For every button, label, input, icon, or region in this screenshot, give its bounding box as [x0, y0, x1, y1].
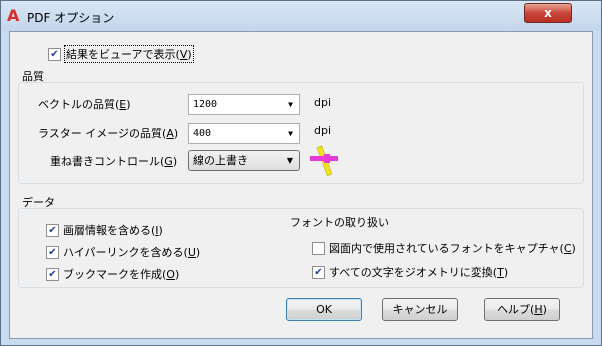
line-overwrite-icon [310, 145, 338, 177]
checkbox-box[interactable]: ✔ [46, 223, 59, 237]
convert-text-checkbox[interactable]: ✔ すべての文字をジオメトリに変換(T) [312, 264, 508, 280]
raster-quality-combobox[interactable]: 400 ▼ [188, 123, 300, 144]
convert-text-label: すべての文字をジオメトリに変換(T) [329, 266, 509, 279]
title-bar[interactable]: A PDF オプション x [1, 1, 601, 31]
checkbox-box[interactable]: ✔ [312, 241, 325, 255]
checkbox-box[interactable]: ✔ [312, 265, 325, 279]
close-button[interactable]: x [524, 3, 572, 23]
vector-quality-combobox[interactable]: 1200 ▼ [188, 94, 300, 115]
vector-quality-value: 1200 [193, 99, 218, 110]
overlay-control-select[interactable]: 線の上書き ▼ [188, 150, 300, 171]
raster-quality-value: 400 [193, 128, 212, 139]
dropdown-arrow-icon[interactable]: ▼ [287, 151, 293, 170]
vector-quality-label: ベクトルの品質(E) [38, 98, 131, 111]
dialog-body: ✔ 結果をビューアで表示(V) 品質 ベクトルの品質(E) 1200 ▼ dpi… [9, 31, 593, 339]
view-result-checkbox[interactable]: ✔ 結果をビューアで表示(V) [48, 45, 194, 63]
include-layers-checkbox[interactable]: ✔ 画層情報を含める(I) [46, 222, 163, 238]
include-layers-label: 画層情報を含める(I) [63, 224, 163, 237]
pdf-options-dialog: A PDF オプション x ✔ 結果をビューアで表示(V) 品質 ベクトルの品質… [0, 0, 602, 346]
create-bookmarks-label: ブックマークを作成(O) [63, 268, 180, 281]
create-bookmarks-checkbox[interactable]: ✔ ブックマークを作成(O) [46, 266, 179, 282]
vector-unit: dpi [314, 96, 332, 109]
autocad-a-icon: A [7, 6, 20, 25]
help-button[interactable]: ヘルプ(H) [484, 298, 560, 321]
overlay-control-label: 重ね書きコントロール(G) [50, 155, 178, 168]
ok-button[interactable]: OK [286, 298, 362, 321]
dialog-title: PDF オプション [27, 11, 115, 25]
view-result-label: 結果をビューアで表示(V) [64, 45, 194, 63]
cancel-button[interactable]: キャンセル [382, 298, 458, 321]
dropdown-arrow-icon[interactable]: ▼ [288, 124, 293, 143]
overlay-control-value: 線の上書き [193, 154, 248, 167]
capture-fonts-checkbox[interactable]: ✔ 図面内で使用されているフォントをキャプチャ(C) [312, 240, 576, 256]
font-handling-heading: フォントの取り扱い [290, 216, 389, 229]
dropdown-arrow-icon[interactable]: ▼ [288, 95, 293, 114]
checkbox-box[interactable]: ✔ [46, 245, 59, 259]
include-hyperlinks-checkbox[interactable]: ✔ ハイパーリンクを含める(U) [46, 244, 200, 260]
raster-unit: dpi [314, 124, 332, 137]
include-hyperlinks-label: ハイパーリンクを含める(U) [63, 246, 201, 259]
capture-fonts-label: 図面内で使用されているフォントをキャプチャ(C) [329, 242, 576, 255]
checkbox-box[interactable]: ✔ [46, 267, 59, 281]
checkbox-box[interactable]: ✔ [48, 47, 61, 61]
raster-quality-label: ラスター イメージの品質(A) [38, 127, 179, 140]
